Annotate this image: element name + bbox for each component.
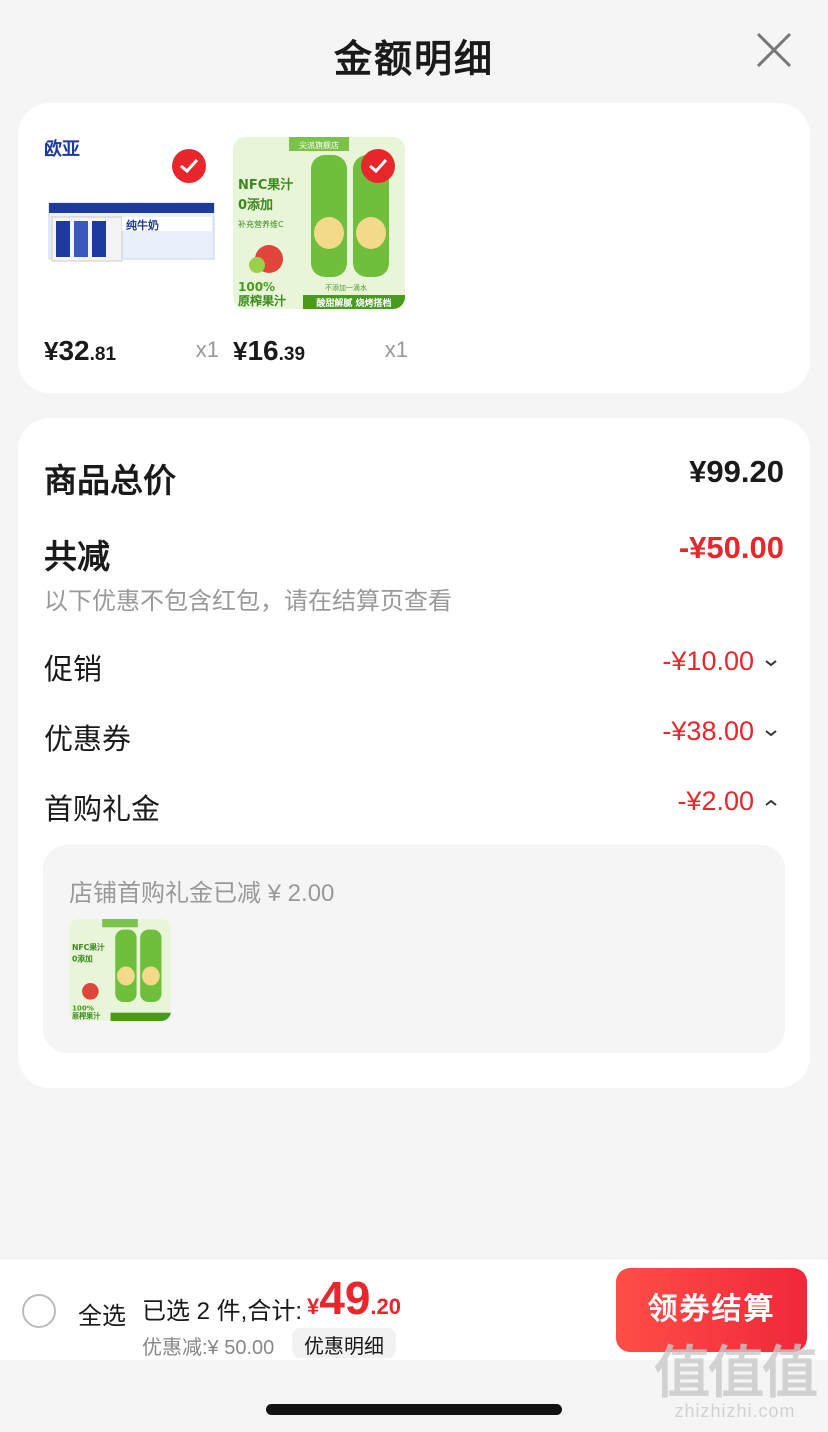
svg-text:0添加: 0添加 [238, 197, 273, 213]
promo-label: 促销 [44, 654, 103, 686]
select-all-label[interactable]: 全选 [78, 1296, 126, 1331]
close-icon [756, 32, 792, 68]
gift-label: 首购礼金 [44, 794, 161, 826]
gift-amount: -¥2.00 [677, 786, 754, 816]
promo-amount: -¥10.00 [662, 646, 754, 676]
total-price-label: 商品总价 [44, 462, 176, 499]
modal-header: 金额明细 [0, 0, 828, 100]
svg-text:原榨果汁: 原榨果汁 [238, 293, 286, 308]
svg-text:尖派旗舰店: 尖派旗舰店 [299, 140, 339, 150]
gift-note: 店铺首购礼金已减 ¥ 2.00 [69, 880, 335, 907]
product-image-juice: 尖派旗舰店 NFC果汁 0添加 补充营养维C 100% 原榨果汁 不添加一滴水 … [233, 137, 405, 309]
product-list-card: 欧亚 纯牛奶 ¥32.81 x1 尖派旗舰店 NFC果汁 0添加 补充营养维C … [18, 103, 810, 393]
watermark: 值值值 zhizhizhi.com [654, 1341, 818, 1422]
price-details-card: 商品总价 ¥99.20 共减 -¥50.00 以下优惠不包含红包，请在结算页查看… [18, 418, 810, 1088]
product-item-juice[interactable]: 尖派旗舰店 NFC果汁 0添加 补充营养维C 100% 原榨果汁 不添加一滴水 … [233, 137, 408, 366]
total-price-amount: ¥99.20 [689, 454, 784, 489]
svg-text:100%: 100% [238, 280, 275, 294]
svg-text:纯牛奶: 纯牛奶 [126, 218, 159, 232]
checkmark-icon [369, 158, 388, 174]
brand-logo-text: 欧亚 [44, 138, 80, 160]
reduction-label: 共减 [44, 538, 110, 575]
product-image-milk: 欧亚 纯牛奶 [44, 137, 216, 309]
product-quantity: x1 [384, 337, 408, 362]
discount-detail-button[interactable]: 优惠明细 [292, 1328, 396, 1358]
page-title: 金额明细 [333, 39, 494, 81]
product-price: ¥32.81 [44, 335, 117, 366]
selected-check[interactable] [172, 149, 206, 183]
home-indicator[interactable] [266, 1404, 562, 1415]
coupon-amount: -¥38.00 [662, 716, 754, 746]
svg-text:酸甜解腻 烧烤搭档: 酸甜解腻 烧烤搭档 [316, 297, 391, 309]
svg-text:不添加一滴水: 不添加一滴水 [325, 283, 367, 292]
selected-count-text: 已选 2 件,合计: [142, 1298, 303, 1325]
chevron-down-icon [765, 730, 777, 737]
product-item-milk[interactable]: 欧亚 纯牛奶 ¥32.81 x1 [44, 137, 219, 366]
svg-text:补充营养维C: 补充营养维C [238, 219, 284, 229]
coupon-label: 优惠券 [44, 724, 132, 756]
gift-product-thumbnail: NFC果汁 0添加 100% 原榨果汁 [69, 919, 171, 1021]
product-quantity: x1 [195, 337, 219, 362]
coupon-row[interactable]: 优惠券 -¥38.00 [44, 716, 784, 756]
promo-row[interactable]: 促销 -¥10.00 [44, 646, 784, 686]
chevron-up-icon [765, 799, 777, 806]
selected-check[interactable] [361, 149, 395, 183]
checkmark-icon [180, 158, 199, 174]
product-price: ¥16.39 [233, 335, 306, 366]
reduction-amount: -¥50.00 [678, 530, 784, 565]
select-all-radio[interactable] [22, 1294, 56, 1328]
svg-text:NFC果汁: NFC果汁 [238, 177, 293, 193]
svg-text:NFC果汁: NFC果汁 [72, 942, 105, 952]
selection-summary: 已选 2 件,合计: ¥49.20 [142, 1271, 442, 1325]
checkout-button[interactable]: 领券结算 [616, 1268, 807, 1352]
svg-text:0添加: 0添加 [72, 954, 93, 964]
saved-amount: 优惠减:¥ 50.00 [142, 1337, 275, 1359]
svg-text:原榨果汁: 原榨果汁 [72, 1012, 100, 1021]
gift-detail-box: 店铺首购礼金已减 ¥ 2.00 NFC果汁 0添加 100% 原榨果汁 [43, 845, 785, 1053]
close-button[interactable] [754, 30, 794, 70]
first-purchase-gift-row[interactable]: 首购礼金 -¥2.00 [44, 786, 784, 826]
svg-text:100%: 100% [72, 1003, 94, 1012]
chevron-down-icon [765, 660, 777, 667]
reduction-note: 以下优惠不包含红包，请在结算页查看 [44, 588, 452, 615]
total-amount: ¥49.20 [307, 1272, 402, 1324]
